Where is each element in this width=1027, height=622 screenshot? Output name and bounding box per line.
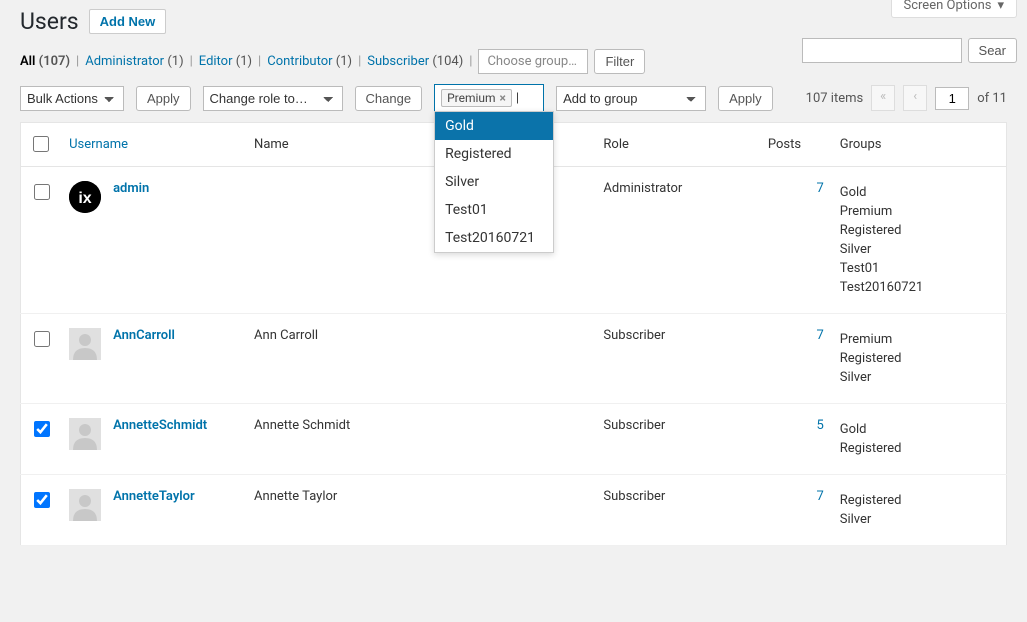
user-full-name: Ann Carroll — [246, 314, 452, 404]
avatar — [69, 328, 101, 360]
filter-button[interactable]: Filter — [594, 49, 645, 74]
current-page-input[interactable] — [935, 87, 969, 110]
selected-group-token: Premium × — [441, 89, 512, 107]
page-title: Users — [20, 8, 79, 35]
avatar — [69, 489, 101, 521]
first-page-button[interactable]: « — [871, 85, 895, 111]
row-checkbox[interactable] — [34, 184, 50, 200]
dropdown-option-registered[interactable]: Registered — [435, 140, 553, 168]
dropdown-option-test01[interactable]: Test01 — [435, 196, 553, 224]
text-caret-icon: | — [516, 91, 519, 106]
filter-all[interactable]: All (107) — [20, 54, 70, 69]
user-role: Subscriber — [595, 475, 759, 546]
change-role-button[interactable]: Change — [355, 86, 423, 111]
bulk-actions-select[interactable]: Bulk Actions — [20, 86, 124, 111]
screen-options-toggle[interactable]: Screen Options ▾ — [891, 0, 1018, 18]
col-role: Role — [595, 123, 759, 167]
items-count: 107 items — [806, 91, 864, 106]
svg-text:ix: ix — [78, 190, 91, 207]
user-search-input[interactable] — [802, 38, 962, 63]
dropdown-option-test20160721[interactable]: Test20160721 — [435, 224, 553, 252]
filter-contributor[interactable]: Contributor (1) — [267, 54, 352, 69]
table-row: AnnetteTaylor Annette Taylor Subscriber 7 Re… — [21, 475, 1007, 546]
col-username[interactable]: Username — [69, 137, 128, 152]
username-link[interactable]: admin — [113, 181, 149, 196]
user-role: Subscriber — [595, 404, 759, 475]
user-groups: RegisteredSilver — [832, 475, 1007, 546]
dropdown-option-gold[interactable]: Gold — [435, 112, 553, 140]
username-link[interactable]: AnnetteSchmidt — [113, 418, 207, 433]
posts-count-link[interactable]: 5 — [816, 418, 823, 433]
posts-count-link[interactable]: 7 — [816, 489, 823, 504]
row-checkbox[interactable] — [34, 421, 50, 437]
add-new-button[interactable]: Add New — [89, 9, 167, 34]
row-checkbox[interactable] — [34, 492, 50, 508]
user-role: Administrator — [595, 167, 759, 314]
user-full-name — [246, 167, 452, 314]
posts-count-link[interactable]: 7 — [816, 328, 823, 343]
search-button[interactable]: Sear — [968, 38, 1017, 63]
group-token-input[interactable]: Premium × | — [434, 84, 544, 112]
change-role-select[interactable]: Change role to… — [203, 86, 343, 111]
bulk-apply-button[interactable]: Apply — [136, 86, 191, 111]
col-posts: Posts — [760, 123, 832, 167]
avatar: ix — [69, 181, 101, 213]
user-full-name: Annette Schmidt — [246, 404, 452, 475]
user-groups: PremiumRegisteredSilver — [832, 314, 1007, 404]
username-link[interactable]: AnnetteTaylor — [113, 489, 195, 504]
user-groups: GoldRegistered — [832, 404, 1007, 475]
caret-down-icon: ▾ — [997, 0, 1004, 13]
col-name: Name — [246, 123, 452, 167]
prev-page-button[interactable]: ‹ — [903, 85, 927, 111]
choose-groups-dropdown[interactable]: Choose groups … — [478, 49, 588, 74]
user-role: Subscriber — [595, 314, 759, 404]
remove-token-icon[interactable]: × — [500, 91, 506, 105]
filter-administrator[interactable]: Administrator (1) — [85, 54, 183, 69]
group-apply-button[interactable]: Apply — [718, 86, 773, 111]
filter-editor[interactable]: Editor (1) — [199, 54, 252, 69]
posts-count-link[interactable]: 7 — [816, 181, 823, 196]
dropdown-option-silver[interactable]: Silver — [435, 168, 553, 196]
filter-subscriber[interactable]: Subscriber (104) — [367, 54, 463, 69]
col-groups: Groups — [832, 123, 1007, 167]
group-dropdown: Gold Registered Silver Test01 Test201607… — [434, 111, 554, 253]
select-all-checkbox[interactable] — [33, 136, 49, 152]
user-full-name: Annette Taylor — [246, 475, 452, 546]
page-of-text: of 11 — [977, 91, 1007, 106]
user-groups: GoldPremiumRegisteredSilverTest01Test201… — [832, 167, 1007, 314]
avatar — [69, 418, 101, 450]
table-row: AnnCarroll Ann Carroll Subscriber 7 PremiumR… — [21, 314, 1007, 404]
screen-options-label: Screen Options — [904, 0, 992, 13]
username-link[interactable]: AnnCarroll — [113, 328, 175, 343]
table-row: AnnetteSchmidt Annette Schmidt Subscriber 5… — [21, 404, 1007, 475]
row-checkbox[interactable] — [34, 331, 50, 347]
group-action-select[interactable]: Add to group — [556, 86, 706, 111]
